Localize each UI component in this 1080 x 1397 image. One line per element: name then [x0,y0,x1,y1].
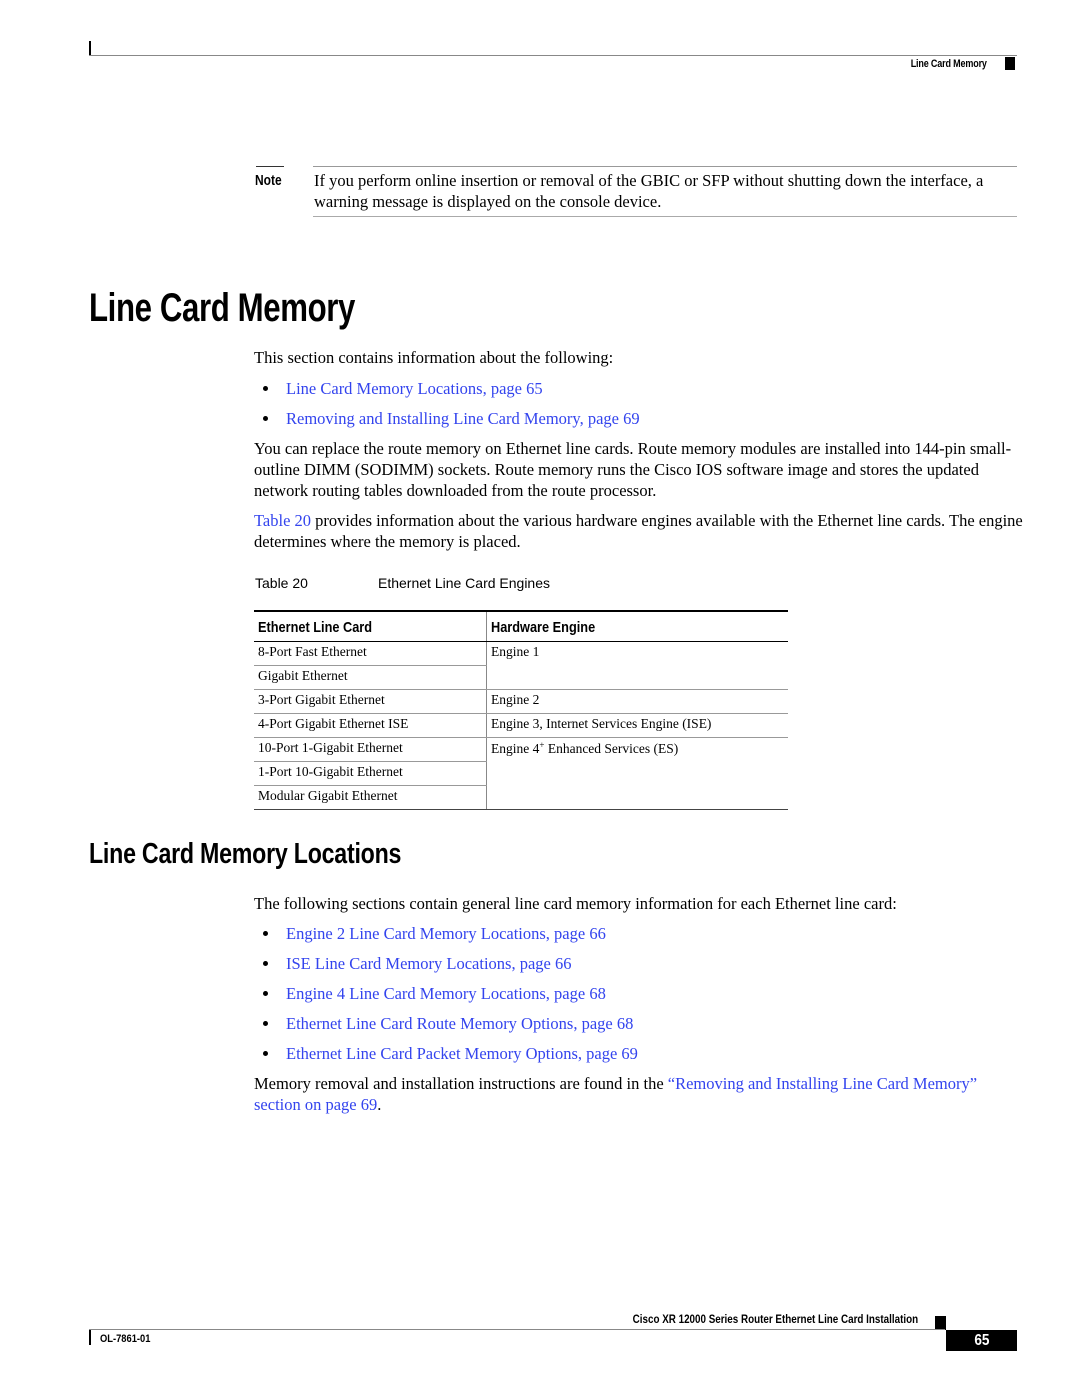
list-item: Ethernet Line Card Packet Memory Options… [254,1043,638,1073]
note-bottom-rule [313,216,1017,217]
table-number: Table 20 [255,575,308,591]
header-margin-tick [89,41,91,55]
list-item: Engine 2 Line Card Memory Locations, pag… [254,923,638,953]
link-ise-memory-locations[interactable]: ISE Line Card Memory Locations, page 66 [286,954,571,973]
section1-intro: This section contains information about … [254,348,614,367]
cell-hardware-engine: Engine 3, Internet Services Engine (ISE) [486,713,788,738]
engine-description: Enhanced Services (ES) [544,741,679,756]
table-row: 4-Port Gigabit Ethernet ISE Engine 3, In… [254,713,788,738]
note-label: Note [255,172,282,189]
list-item: Line Card Memory Locations, page 65 [254,378,640,408]
link-removing-installing-memory[interactable]: Removing and Installing Line Card Memory… [286,409,640,428]
table-row: 8-Port Fast Ethernet Engine 1 [254,641,788,690]
cell-line-card: 4-Port Gigabit Ethernet ISE [254,713,487,738]
cell-line-card: Modular Gigabit Ethernet [254,785,487,810]
section1-paragraph-route-memory: You can replace the route memory on Ethe… [254,439,1012,500]
footer-margin-tick [89,1330,91,1345]
ethernet-line-card-engines-table: Ethernet Line Card Hardware Engine 8-Por… [254,610,788,810]
note-text: If you perform online insertion or remov… [314,171,984,211]
engine-name: Engine 4 [491,741,540,756]
bullet-icon [263,416,268,421]
footer-marker-block [935,1316,946,1330]
column-header-hardware-engine: Hardware Engine [486,610,788,642]
link-engine4-memory-locations[interactable]: Engine 4 Line Card Memory Locations, pag… [286,984,606,1003]
bullet-icon [263,1051,268,1056]
list-item: Ethernet Line Card Route Memory Options,… [254,1013,638,1043]
table-caption: Ethernet Line Card Engines [378,575,550,591]
section-heading-line-card-memory: Line Card Memory [89,286,355,330]
section-heading-memory-locations: Line Card Memory Locations [89,838,402,870]
section2-link-list: Engine 2 Line Card Memory Locations, pag… [254,923,638,1073]
header-rule [89,55,1017,56]
bullet-icon [263,931,268,936]
list-item: Engine 4 Line Card Memory Locations, pag… [254,983,638,1013]
table-row: 3-Port Gigabit Ethernet Engine 2 [254,689,788,714]
cell-line-card: Gigabit Ethernet [254,665,487,690]
bullet-icon [263,991,268,996]
link-engine2-memory-locations[interactable]: Engine 2 Line Card Memory Locations, pag… [286,924,606,943]
table-row: 10-Port 1-Gigabit Ethernet Engine 4+ Enh… [254,737,788,810]
footer-rule [89,1329,945,1330]
footer-doc-number: OL-7861-01 [100,1333,151,1345]
list-item: Removing and Installing Line Card Memory… [254,408,640,438]
link-line-card-memory-locations[interactable]: Line Card Memory Locations, page 65 [286,379,543,398]
bullet-icon [263,1021,268,1026]
cell-hardware-engine: Engine 1 [486,641,788,690]
note-top-rule [313,166,1017,167]
table-ref-text: provides information about the various h… [254,511,1023,551]
cell-line-card: 3-Port Gigabit Ethernet [254,689,487,714]
footer-book-title: Cisco XR 12000 Series Router Ethernet Li… [632,1312,918,1326]
link-packet-memory-options[interactable]: Ethernet Line Card Packet Memory Options… [286,1044,638,1063]
table-header-row: Ethernet Line Card Hardware Engine [254,610,788,642]
section2-intro: The following sections contain general l… [254,894,897,913]
cell-hardware-engine: Engine 2 [486,689,788,714]
cell-line-card: 1-Port 10-Gigabit Ethernet [254,761,487,786]
closing-text: Memory removal and installation instruct… [254,1074,668,1093]
link-route-memory-options[interactable]: Ethernet Line Card Route Memory Options,… [286,1014,633,1033]
section1-link-list: Line Card Memory Locations, page 65 Remo… [254,378,640,438]
cell-line-card: 10-Port 1-Gigabit Ethernet [254,737,487,762]
closing-period: . [377,1095,382,1114]
bullet-icon [263,961,268,966]
column-header-line-card: Ethernet Line Card [254,610,487,642]
running-title: Line Card Memory [910,58,987,70]
section2-closing-paragraph: Memory removal and installation instruct… [254,1073,1024,1115]
bullet-icon [263,386,268,391]
list-item: ISE Line Card Memory Locations, page 66 [254,953,638,983]
note-label-rule [256,166,284,167]
section1-paragraph-table-ref: Table 20 provides information about the … [254,510,1024,552]
header-marker-block [1005,57,1015,70]
footer-page-number: 65 [946,1330,1017,1351]
cell-line-card: 8-Port Fast Ethernet [254,641,487,666]
link-table-20[interactable]: Table 20 [254,511,311,530]
cell-hardware-engine: Engine 4+ Enhanced Services (ES) [486,737,788,810]
